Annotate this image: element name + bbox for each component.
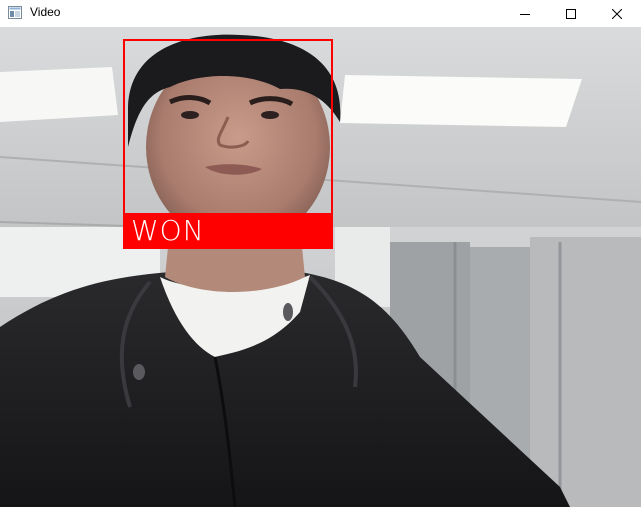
title-bar[interactable]: Video xyxy=(0,0,641,27)
minimize-icon xyxy=(520,13,530,15)
maximize-icon xyxy=(566,8,576,19)
video-frame: WON xyxy=(0,27,641,507)
minimize-button[interactable] xyxy=(502,0,548,27)
window-app-icon xyxy=(8,6,22,19)
face-label: WON xyxy=(131,214,205,247)
maximize-button[interactable] xyxy=(548,0,594,27)
close-button[interactable] xyxy=(594,0,640,27)
close-icon xyxy=(612,8,622,19)
window-title: Video xyxy=(30,5,61,19)
